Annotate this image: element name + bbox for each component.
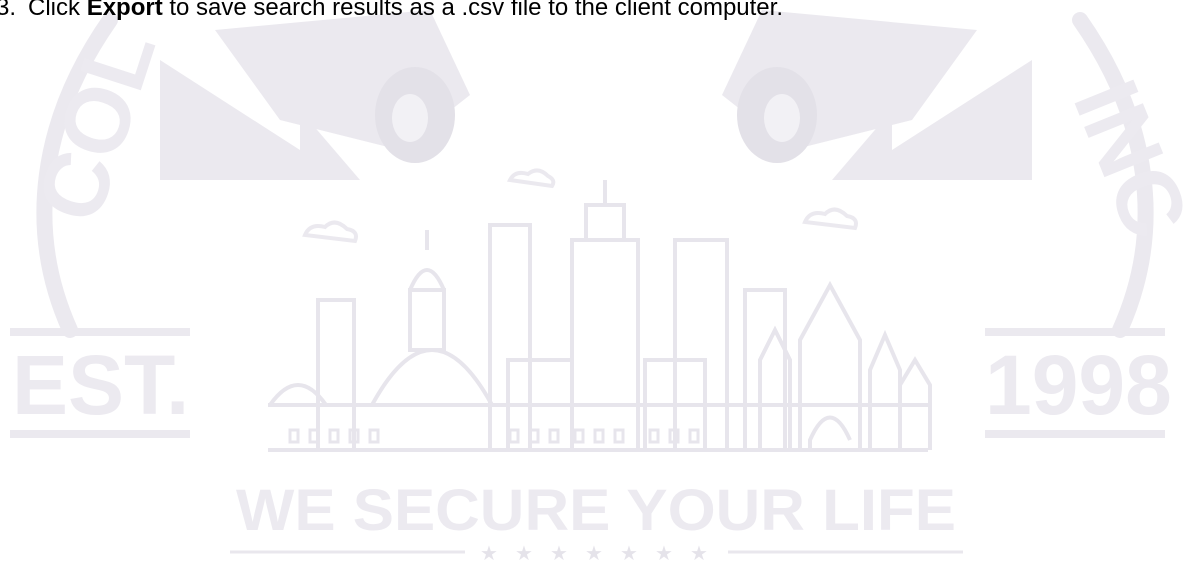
step-number: 3. xyxy=(0,0,17,21)
export-keyword: Export xyxy=(86,0,163,21)
star-icon: ★ xyxy=(585,541,603,565)
step-text-prefix: Click xyxy=(28,0,87,21)
camera-right-icon xyxy=(722,10,1032,180)
logo-arc-left-text: COL xyxy=(18,17,175,233)
document-page: COL INC EST. 1998 WE SECURE YOUR LIFE ★ … xyxy=(0,0,1192,574)
logo-rating-line: ★ ★ ★ ★ ★ ★ ★ xyxy=(230,541,963,565)
logo-year-text: 1998 xyxy=(985,338,1172,432)
logo-tagline-text: WE SECURE YOUR LIFE xyxy=(236,478,956,543)
star-icon: ★ xyxy=(690,541,708,565)
logo-est-text: EST. xyxy=(12,338,189,432)
star-icon: ★ xyxy=(480,541,498,565)
cloud-icon xyxy=(802,207,858,231)
camera-left-icon xyxy=(160,10,470,180)
cloud-icon xyxy=(302,220,358,244)
star-icon: ★ xyxy=(620,541,638,565)
star-icon: ★ xyxy=(515,541,533,565)
cloud-icon xyxy=(506,168,556,189)
star-icon: ★ xyxy=(550,541,568,565)
step-text-suffix: to save search results as a .csv file to… xyxy=(162,0,783,21)
logo-arc-right-text: INC xyxy=(1054,67,1192,252)
instruction-step: 3. Click Export to save search results as… xyxy=(0,0,783,23)
company-logo-watermark: COL INC EST. 1998 WE SECURE YOUR LIFE ★ … xyxy=(10,10,1192,565)
city-skyline-icon xyxy=(268,180,932,452)
star-icon: ★ xyxy=(655,541,673,565)
